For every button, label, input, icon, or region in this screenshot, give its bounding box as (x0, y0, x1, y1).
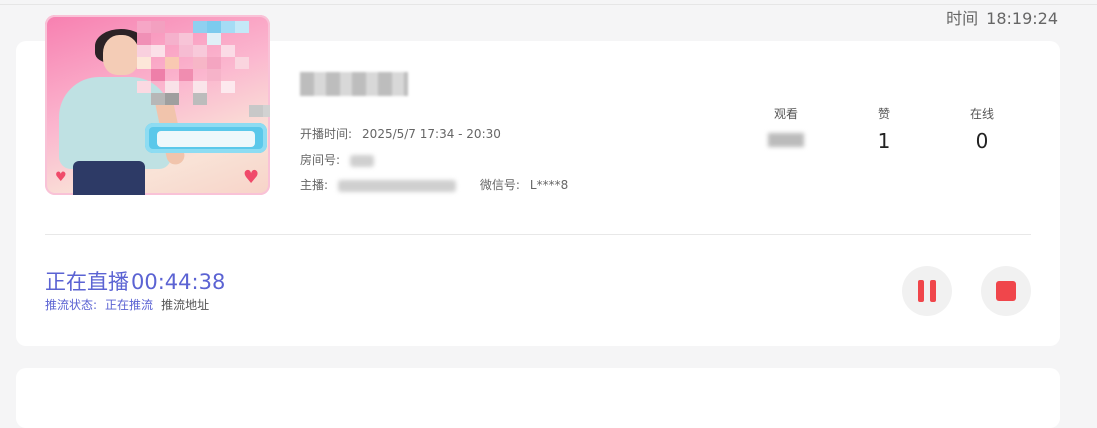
start-time-label: 开播时间: (300, 127, 353, 141)
stat-likes: 赞 1 (854, 105, 914, 153)
stat-label: 观看 (773, 107, 798, 121)
time-value: 18:19:24 (986, 9, 1058, 28)
stat-value-views (768, 133, 804, 147)
host-label: 主播: (300, 178, 329, 192)
push-status-label: 推流状态: (45, 298, 98, 312)
heart-icon: ♥ (243, 167, 260, 188)
cover-mosaic (137, 21, 270, 131)
push-status-row: 推流状态: 正在推流 推流地址 (45, 296, 209, 313)
host-row: 主播: 微信号: L****8 (300, 176, 568, 193)
current-time: 时间 18:19:24 (946, 5, 1058, 29)
live-status-title: 正在直播00:44:38 (45, 266, 225, 296)
stat-label: 在线 (969, 107, 994, 121)
start-time-value: 2025/5/7 17:34 - 20:30 (362, 127, 501, 141)
stat-views: 观看 (756, 105, 816, 147)
stat-online: 在线 0 (952, 105, 1012, 153)
stat-value: 1 (877, 129, 891, 153)
room-number-value (350, 154, 375, 167)
top-divider (0, 4, 1097, 5)
push-address-link[interactable]: 推流地址 (161, 298, 209, 312)
wechat-label: 微信号: (479, 178, 520, 192)
room-number-label: 房间号: (300, 153, 341, 167)
room-number-row: 房间号: (300, 151, 375, 168)
time-label: 时间 (946, 9, 979, 28)
room-cover-image: ♥ ♥ (45, 15, 270, 195)
stop-icon (996, 281, 1016, 301)
card-divider (45, 234, 1031, 235)
host-name (338, 179, 457, 192)
wechat-value: L****8 (529, 178, 569, 192)
heart-icon: ♥ (55, 170, 67, 185)
live-duration: 00:44:38 (131, 270, 226, 294)
secondary-card (16, 368, 1060, 428)
live-status-text: 正在直播 (45, 270, 129, 294)
stat-value: 0 (975, 129, 989, 153)
live-room-card: ♥ ♥ 开播时间: 2025/5/7 17:34 - 20:30 房间号: 主播:… (16, 15, 1060, 346)
stop-button[interactable] (981, 266, 1031, 316)
room-title (300, 72, 408, 96)
stat-label: 赞 (877, 107, 890, 121)
pause-button[interactable] (902, 266, 952, 316)
push-status-value: 正在推流 (105, 298, 154, 312)
start-time-row: 开播时间: 2025/5/7 17:34 - 20:30 (300, 125, 501, 142)
